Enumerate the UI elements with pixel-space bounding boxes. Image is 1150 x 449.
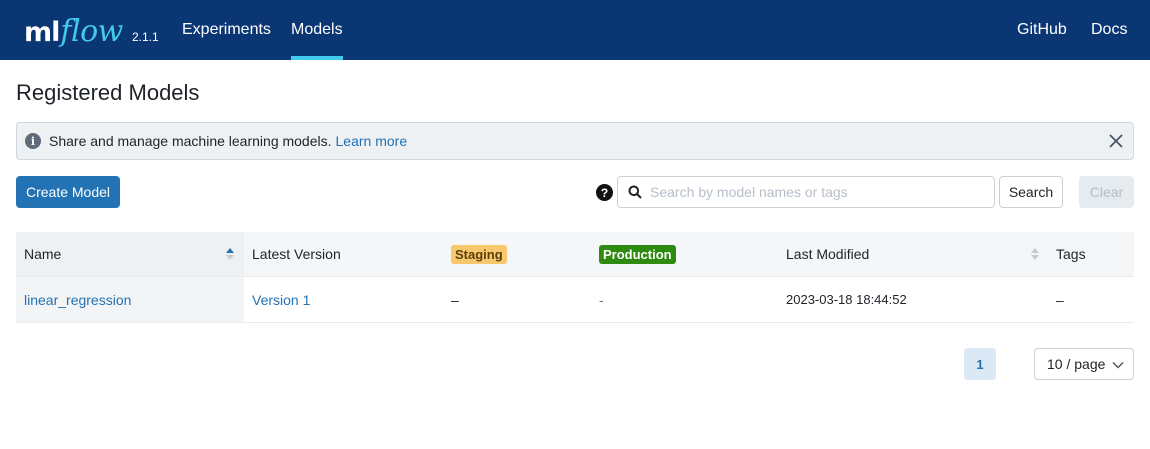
learn-more-link[interactable]: Learn more xyxy=(336,133,408,149)
logo-ml-text: ml xyxy=(24,17,60,48)
model-name-link[interactable]: linear_regression xyxy=(24,277,131,322)
info-icon: i xyxy=(25,133,41,149)
nav-docs[interactable]: Docs xyxy=(1091,0,1127,60)
search-button[interactable]: Search xyxy=(999,176,1063,208)
sort-ascending-icon[interactable] xyxy=(225,246,235,262)
create-model-button[interactable]: Create Model xyxy=(16,176,120,208)
nav-github[interactable]: GitHub xyxy=(1017,0,1067,60)
staging-header-cell: Staging xyxy=(451,232,507,276)
column-header-last-modified[interactable]: Last Modified xyxy=(786,232,869,276)
latest-version-link[interactable]: Version 1 xyxy=(252,277,310,322)
column-header-tags: Tags xyxy=(1056,246,1086,262)
page-title: Registered Models xyxy=(16,80,200,105)
tags-value: – xyxy=(1056,291,1064,308)
production-header-cell: Production xyxy=(599,232,676,276)
clear-button[interactable]: Clear xyxy=(1079,176,1134,208)
staging-value: – xyxy=(451,291,459,308)
nav-models[interactable]: Models xyxy=(291,0,343,60)
nav-experiments[interactable]: Experiments xyxy=(182,0,271,60)
page-size-value: 10 / page xyxy=(1047,356,1106,372)
column-header-latest-version: Latest Version xyxy=(252,246,341,262)
logo-flow-text: flow xyxy=(60,14,123,49)
alert-text: Share and manage machine learning models… xyxy=(49,133,332,149)
search-box[interactable] xyxy=(617,176,995,208)
table-header: Name Latest Version Staging Production L… xyxy=(16,232,1134,277)
column-header-staging-badge: Staging xyxy=(451,244,507,264)
info-alert: i Share and manage machine learning mode… xyxy=(16,122,1134,160)
version-label: 2.1.1 xyxy=(132,30,159,44)
top-navbar: ml flow 2.1.1 Experiments Models GitHub D… xyxy=(0,0,1150,60)
search-input[interactable] xyxy=(650,184,980,200)
models-table: Name Latest Version Staging Production L… xyxy=(16,232,1134,323)
column-header-name[interactable]: Name xyxy=(24,232,61,276)
table-row: linear_regression Version 1 – - 2023-03-… xyxy=(16,277,1134,323)
close-icon[interactable] xyxy=(1107,132,1125,150)
search-icon xyxy=(628,185,642,199)
pagination-page-1[interactable]: 1 xyxy=(964,348,996,380)
last-modified-value: 2023-03-18 18:44:52 xyxy=(786,292,907,307)
mlflow-logo[interactable]: ml flow 2.1.1 xyxy=(24,14,159,49)
chevron-down-icon xyxy=(1112,362,1124,369)
production-value: - xyxy=(599,291,604,308)
page-size-select[interactable]: 10 / page xyxy=(1034,348,1134,380)
help-icon[interactable]: ? xyxy=(596,184,613,201)
sort-icon[interactable] xyxy=(1030,246,1040,262)
column-header-production-badge: Production xyxy=(599,244,676,264)
